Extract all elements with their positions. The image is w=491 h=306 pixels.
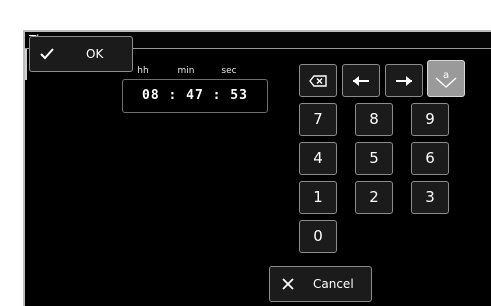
digit-key-5[interactable]: 5 xyxy=(355,142,393,175)
digit-key-9[interactable]: 9 xyxy=(411,103,449,136)
close-icon xyxy=(282,278,294,290)
time-dialog: Time hh min sec 08 : 47 : 53 a 7 8 9 4 5 xyxy=(23,30,491,306)
arrow-right-icon xyxy=(396,75,412,86)
digit-key-0[interactable]: 0 xyxy=(299,220,337,253)
minutes-label: min xyxy=(177,66,195,76)
ok-button-focus-frame: OK xyxy=(25,32,141,80)
case-toggle-key[interactable]: a xyxy=(427,60,465,97)
digit-key-7[interactable]: 7 xyxy=(299,103,337,136)
case-toggle-icon: a xyxy=(435,70,457,88)
digit-key-1[interactable]: 1 xyxy=(299,181,337,214)
cancel-button[interactable]: Cancel xyxy=(269,266,372,302)
cursor-left-key[interactable] xyxy=(342,64,380,97)
cancel-button-label: Cancel xyxy=(313,277,354,291)
digit-key-3[interactable]: 3 xyxy=(411,181,449,214)
digit-key-8[interactable]: 8 xyxy=(355,103,393,136)
ok-button[interactable]: OK xyxy=(29,36,133,72)
ok-button-label: OK xyxy=(86,47,104,61)
arrow-left-icon xyxy=(353,75,369,86)
backspace-icon xyxy=(309,74,327,87)
digit-key-2[interactable]: 2 xyxy=(355,181,393,214)
time-input-display[interactable]: 08 : 47 : 53 xyxy=(122,79,268,113)
checkmark-icon xyxy=(40,48,54,60)
backspace-key[interactable] xyxy=(299,64,337,97)
seconds-label: sec xyxy=(221,66,237,76)
case-toggle-letter: a xyxy=(443,70,449,81)
cursor-right-key[interactable] xyxy=(385,64,423,97)
digit-key-4[interactable]: 4 xyxy=(299,142,337,175)
digit-key-6[interactable]: 6 xyxy=(411,142,449,175)
